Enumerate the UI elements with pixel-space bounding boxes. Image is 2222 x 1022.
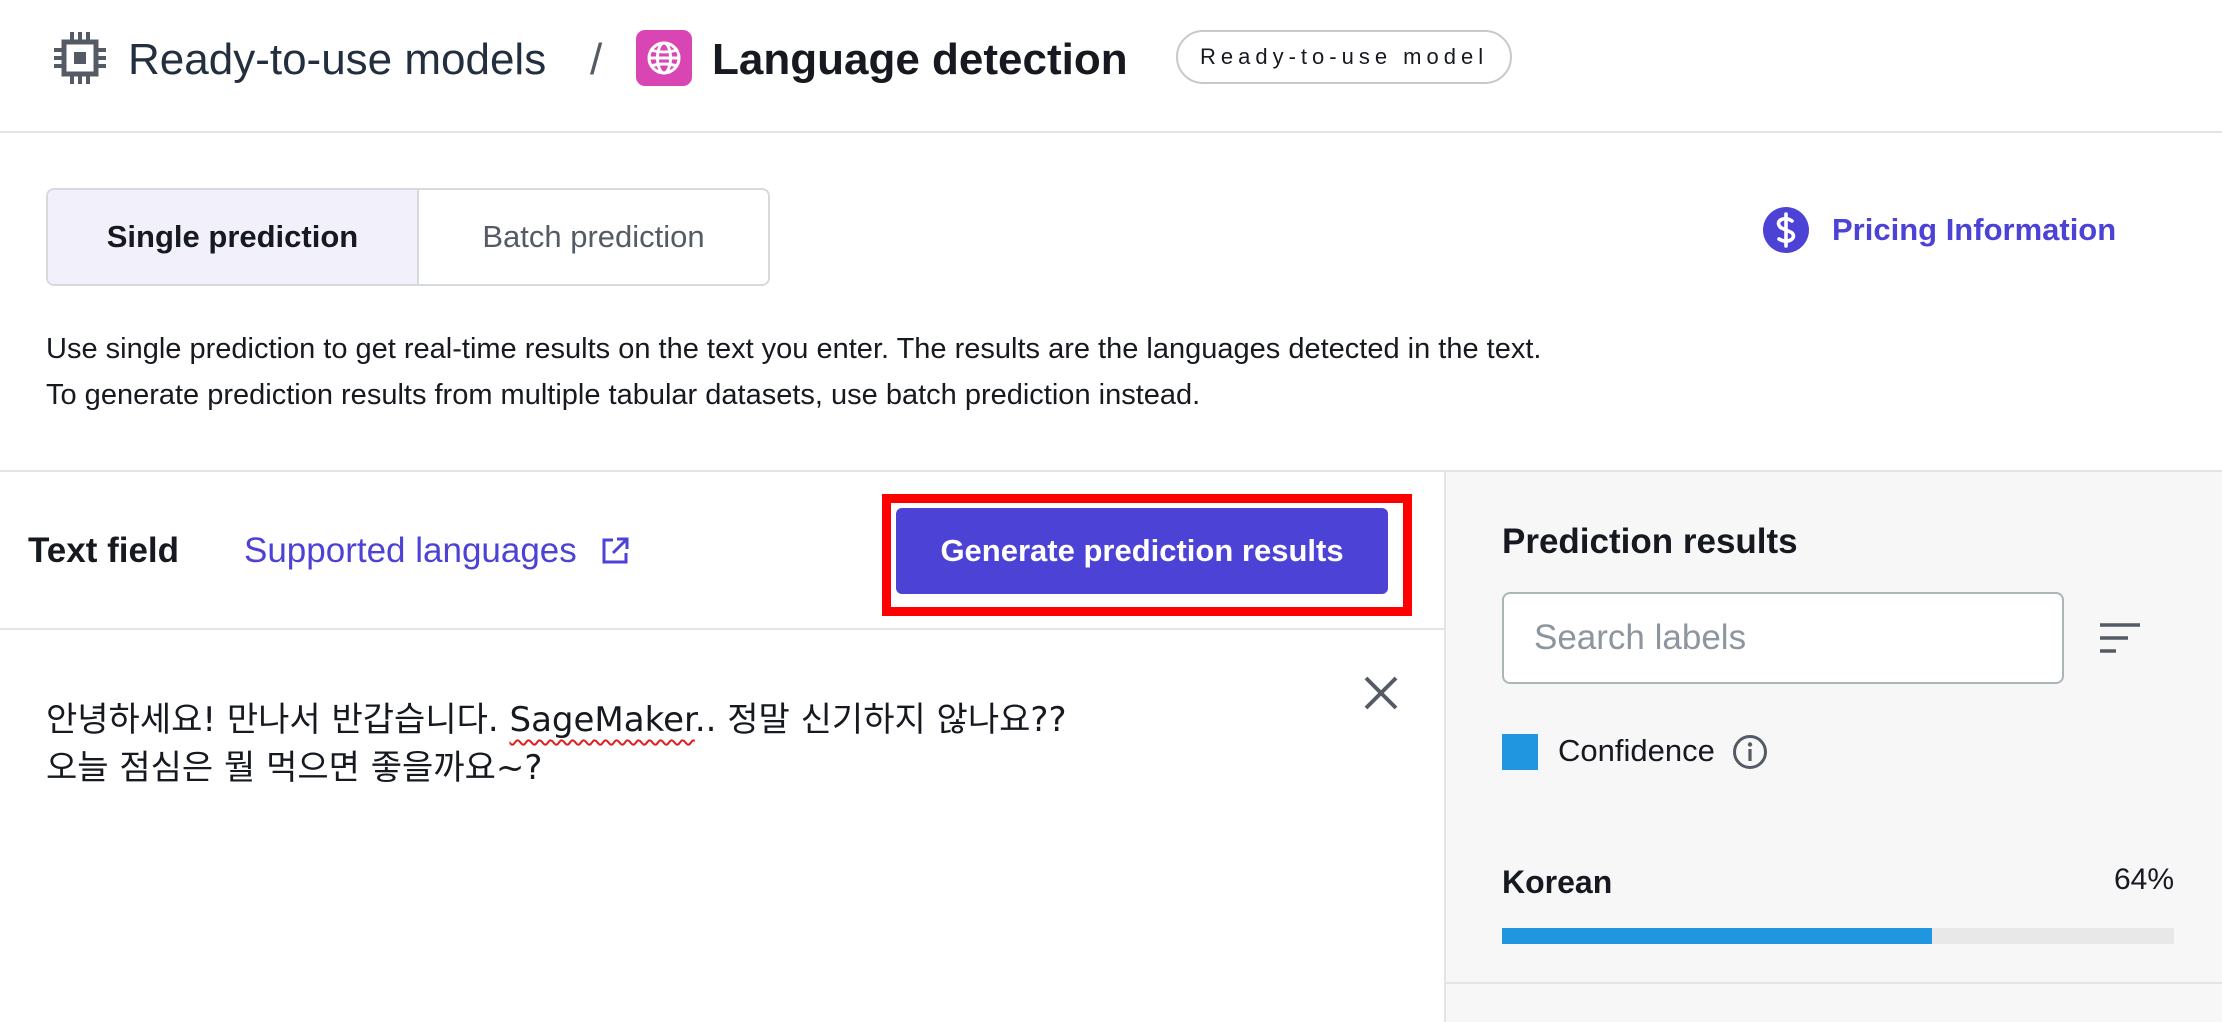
description-line-1: Use single prediction to get real-time r… bbox=[46, 333, 1542, 365]
chip-icon bbox=[54, 32, 106, 84]
misspelled-word: SageMaker bbox=[509, 700, 695, 740]
tab-batch-prediction[interactable]: Batch prediction bbox=[419, 190, 768, 284]
supported-languages-label: Supported languages bbox=[244, 531, 577, 570]
external-link-icon bbox=[602, 537, 629, 564]
pricing-information-link[interactable]: Pricing Information bbox=[1762, 204, 2116, 256]
confidence-bar-fill bbox=[1502, 928, 1933, 944]
result-value-korean: 64% bbox=[2113, 863, 2174, 896]
text-segment: 안녕하세요! 만나서 반갑습니다. bbox=[46, 700, 510, 740]
page-header: Ready-to-use models / Language detection… bbox=[0, 0, 2222, 133]
divider bbox=[1444, 982, 2222, 984]
confidence-legend-swatch bbox=[1502, 734, 1538, 770]
supported-languages-link[interactable]: Supported languages bbox=[244, 525, 631, 577]
confidence-bar-track bbox=[1502, 928, 2174, 944]
sort-icon[interactable] bbox=[2098, 620, 2142, 656]
description-line-2: To generate prediction results from mult… bbox=[46, 379, 1201, 411]
breadcrumb-separator: / bbox=[590, 35, 603, 84]
result-label-korean: Korean bbox=[1502, 864, 1613, 900]
generate-prediction-results-button[interactable]: Generate prediction results bbox=[896, 508, 1388, 594]
pricing-information-label: Pricing Information bbox=[1832, 212, 2117, 247]
language-detection-app-icon bbox=[636, 30, 692, 86]
prediction-mode-tabs: Single prediction Batch prediction bbox=[46, 188, 770, 286]
dollar-icon bbox=[1763, 207, 1809, 253]
close-icon[interactable] bbox=[1358, 670, 1404, 716]
breadcrumb-root-link[interactable]: Ready-to-use models bbox=[128, 30, 546, 90]
page-title: Language detection bbox=[712, 35, 1128, 84]
divider bbox=[0, 628, 1444, 630]
tab-single-prediction[interactable]: Single prediction bbox=[48, 190, 419, 284]
description: Use single prediction to get real-time r… bbox=[46, 326, 1541, 418]
globe-icon bbox=[647, 41, 681, 75]
prediction-results-title: Prediction results bbox=[1502, 522, 1798, 561]
info-icon[interactable] bbox=[1732, 734, 1768, 770]
text-field-label: Text field bbox=[28, 531, 180, 570]
search-labels-input[interactable] bbox=[1502, 592, 2064, 684]
confidence-legend-label: Confidence bbox=[1558, 733, 1715, 768]
model-type-badge: Ready-to-use model bbox=[1176, 30, 1513, 84]
text-input-area[interactable]: 안녕하세요! 만나서 반갑습니다. SageMaker.. 정말 신기하지 않나… bbox=[46, 696, 1326, 792]
